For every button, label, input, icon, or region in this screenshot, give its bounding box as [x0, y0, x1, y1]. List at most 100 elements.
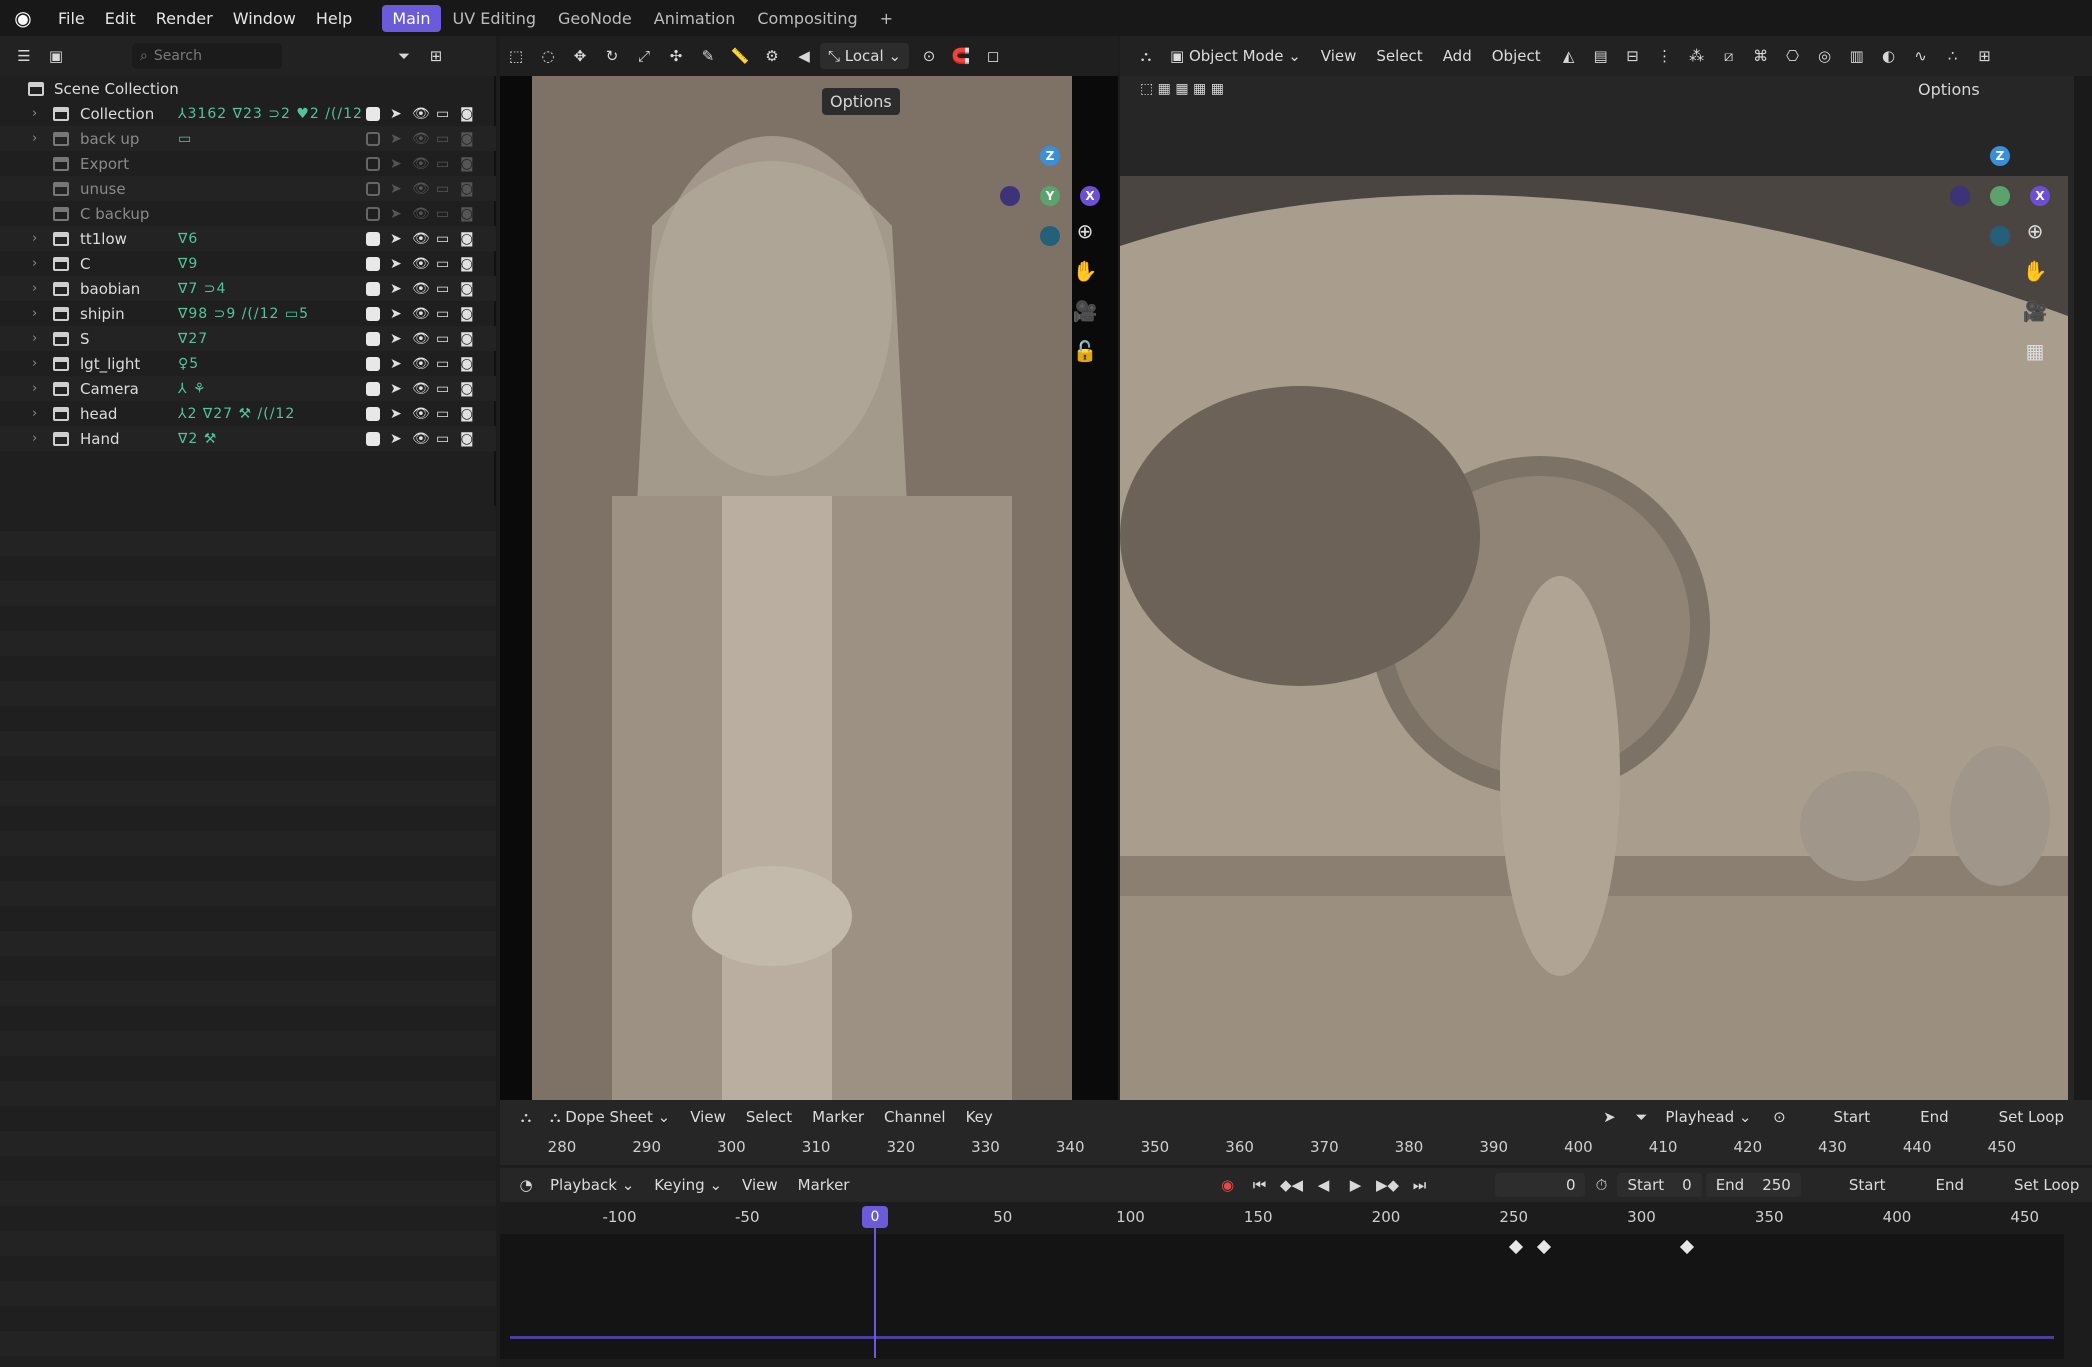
transform-icon[interactable]: ✣: [664, 47, 688, 65]
render-camera-icon[interactable]: ◙: [460, 331, 474, 347]
exclude-checkbox[interactable]: [366, 381, 380, 396]
particles-icon[interactable]: ⁂: [1685, 47, 1709, 65]
monitor-icon[interactable]: ▭: [436, 256, 449, 272]
collection-name[interactable]: back up: [80, 130, 139, 148]
rotate-icon[interactable]: ↻: [600, 47, 624, 65]
sphere-icon[interactable]: ◎: [1813, 47, 1837, 65]
monitor-icon[interactable]: ▭: [436, 156, 449, 172]
menu-object[interactable]: Object: [1484, 43, 1549, 69]
next-key-icon[interactable]: ▶◆: [1375, 1176, 1399, 1194]
dope-menu-marker[interactable]: Marker: [804, 1104, 872, 1130]
expand-arrow-icon[interactable]: ›: [32, 131, 37, 146]
jump-end-icon[interactable]: ⏭: [1407, 1176, 1431, 1194]
editor-type-icon-right[interactable]: ⛬: [1134, 47, 1158, 65]
select-arrow-icon[interactable]: ➤: [390, 106, 402, 122]
pivot-icon[interactable]: ⊙: [917, 47, 941, 65]
tab-uv-editing[interactable]: UV Editing: [443, 5, 546, 32]
select-arrow-icon[interactable]: ➤: [390, 281, 402, 297]
scene-collection-row[interactable]: Scene Collection: [0, 76, 496, 101]
eye-icon[interactable]: 👁: [412, 306, 430, 322]
monitor-icon[interactable]: ▭: [436, 306, 449, 322]
menu-add[interactable]: Add: [1435, 43, 1480, 69]
eye-icon[interactable]: 👁: [412, 131, 430, 147]
node-icon[interactable]: ⌘: [1749, 47, 1773, 65]
snap-icon[interactable]: 🧲: [949, 47, 973, 65]
menu-render[interactable]: Render: [146, 9, 223, 28]
properties-tab-strip[interactable]: [2074, 76, 2092, 1100]
render-camera-icon[interactable]: ◙: [460, 256, 474, 272]
timeline-start-button[interactable]: Start: [1841, 1172, 1894, 1198]
proportional-icon[interactable]: ◻: [981, 47, 1005, 65]
collection-name[interactable]: head: [80, 405, 117, 423]
collection-name[interactable]: Hand: [80, 430, 120, 448]
add-workspace-button[interactable]: +: [870, 5, 903, 32]
monitor-icon[interactable]: ▭: [436, 381, 449, 397]
gizmo-neg-x-right[interactable]: [1950, 186, 1970, 206]
playhead-line[interactable]: [874, 1208, 876, 1358]
menu-edit[interactable]: Edit: [95, 9, 146, 28]
play-icon[interactable]: ▶: [1343, 1176, 1367, 1194]
expand-arrow-icon[interactable]: ›: [32, 331, 37, 346]
exclude-checkbox[interactable]: [366, 106, 380, 121]
keying-dropdown[interactable]: Keying ⌄: [646, 1172, 730, 1198]
collection-name[interactable]: tt1low: [80, 230, 127, 248]
outliner-row[interactable]: › back up ▭ ➤ 👁 ▭ ◙: [0, 126, 496, 151]
hierarchy-icon[interactable]: ⋮: [1653, 47, 1677, 65]
blender-logo-icon[interactable]: ◉: [8, 3, 38, 33]
outliner-row[interactable]: C backup ➤ 👁 ▭ ◙: [0, 201, 496, 226]
menu-window[interactable]: Window: [223, 9, 306, 28]
eye-icon[interactable]: 👁: [412, 406, 430, 422]
pan-hand-icon[interactable]: ✋: [1070, 256, 1100, 286]
eye-icon[interactable]: 👁: [412, 331, 430, 347]
camera-view-render[interactable]: Options: [532, 76, 1072, 1136]
cursor-icon[interactable]: ◌: [536, 47, 560, 65]
scene-render[interactable]: [1120, 176, 2068, 1100]
mode-dropdown[interactable]: ▣ Object Mode ⌄: [1162, 43, 1309, 69]
render-camera-icon[interactable]: ◙: [460, 206, 474, 222]
points-icon[interactable]: ∴: [1941, 47, 1965, 65]
exclude-checkbox[interactable]: [366, 406, 380, 421]
filter-icon-dope[interactable]: ⏷: [1629, 1108, 1653, 1126]
outliner-row[interactable]: › tt1low ∇6 ➤ 👁 ▭ ◙: [0, 226, 496, 251]
timeline-track[interactable]: [500, 1234, 2064, 1359]
exclude-checkbox[interactable]: [366, 206, 380, 221]
collection-name[interactable]: S: [80, 330, 90, 348]
outliner-row[interactable]: › C ∇9 ➤ 👁 ▭ ◙: [0, 251, 496, 276]
gizmo-y-axis[interactable]: Y: [1040, 186, 1060, 206]
render-camera-icon[interactable]: ◙: [460, 106, 474, 122]
select-arrow-icon[interactable]: ➤: [390, 156, 402, 172]
edit-icon[interactable]: ⧄: [1717, 47, 1741, 65]
editor-type-icon[interactable]: ☰: [12, 47, 36, 65]
left-options-dropdown[interactable]: Options: [822, 88, 904, 115]
start-frame-field[interactable]: Start 0: [1617, 1173, 1702, 1197]
record-icon[interactable]: ◉: [1215, 1176, 1239, 1194]
eye-icon[interactable]: 👁: [412, 106, 430, 122]
select-arrow-icon[interactable]: ➤: [390, 256, 402, 272]
settings-icon[interactable]: ⚙: [760, 47, 784, 65]
monitor-icon[interactable]: ▭: [436, 206, 449, 222]
dope-menu-view[interactable]: View: [682, 1104, 734, 1130]
play-reverse-icon[interactable]: ◀: [1311, 1176, 1335, 1194]
exclude-checkbox[interactable]: [366, 156, 380, 171]
outliner-row[interactable]: unuse ➤ 👁 ▭ ◙: [0, 176, 496, 201]
collapse-left-icon[interactable]: ◀: [792, 47, 816, 65]
collection-name[interactable]: lgt_light: [80, 355, 140, 373]
gizmo-neg-x[interactable]: [1000, 186, 1020, 206]
collection-name[interactable]: baobian: [80, 280, 140, 298]
render-camera-icon[interactable]: ◙: [460, 156, 474, 172]
select-arrow-icon[interactable]: ➤: [390, 206, 402, 222]
gizmo-neg-z-right[interactable]: [1990, 226, 2010, 246]
only-selected-icon[interactable]: ➤: [1597, 1108, 1621, 1126]
select-arrow-icon[interactable]: ➤: [390, 431, 402, 447]
select-arrow-icon[interactable]: ➤: [390, 306, 402, 322]
dope-set-loop-button[interactable]: Set Loop: [1991, 1104, 2072, 1130]
eye-icon[interactable]: 👁: [412, 431, 430, 447]
eye-icon[interactable]: 👁: [412, 281, 430, 297]
collection-name[interactable]: unuse: [80, 180, 126, 198]
camera-icon[interactable]: 🎥: [1070, 296, 1100, 326]
dope-menu-key[interactable]: Key: [958, 1104, 1001, 1130]
gizmo-y-axis-right[interactable]: [1990, 186, 2010, 206]
menu-help[interactable]: Help: [306, 9, 362, 28]
select-arrow-icon[interactable]: ➤: [390, 131, 402, 147]
dope-menu-channel[interactable]: Channel: [876, 1104, 954, 1130]
